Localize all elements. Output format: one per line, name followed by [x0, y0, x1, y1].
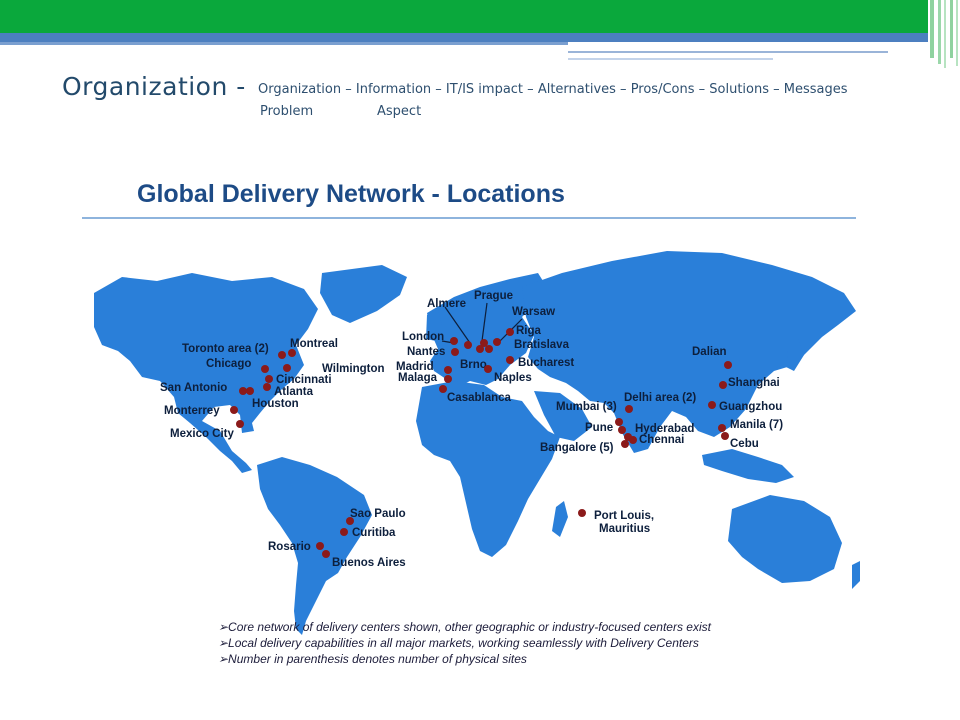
location-label-cincinnati: Cincinnati [276, 374, 332, 386]
location-marker-mumbai-3 [615, 418, 623, 426]
location-label-toronto-area-2: Toronto area (2) [182, 343, 269, 355]
location-label-chennai: Chennai [639, 434, 684, 446]
location-marker-wilmington [283, 364, 291, 372]
location-label-atlanta: Atlanta [274, 386, 314, 398]
location-label-malaga: Malaga [398, 372, 438, 384]
location-label-houston: Houston [252, 398, 299, 410]
location-marker-guangzhou [708, 401, 716, 409]
nav-solutions[interactable]: Solutions – [709, 82, 779, 97]
pointer-arrow-0 [444, 306, 471, 344]
location-marker-montreal [288, 349, 296, 357]
location-label-bratislava: Bratislava [514, 339, 570, 351]
topic-navigation: Organization – Information – IT/IS impac… [258, 82, 848, 97]
location-marker-delhi-area-2 [625, 405, 633, 413]
location-marker-malaga [444, 375, 452, 383]
location-marker-bucharest [506, 356, 514, 364]
location-marker-curitiba [340, 528, 348, 536]
header-decoration [0, 0, 960, 70]
location-marker-chennai [629, 436, 637, 444]
location-marker-san-antonio [239, 387, 247, 395]
location-label-manila-7: Manila (7) [730, 419, 783, 431]
location-marker-naples [484, 365, 492, 373]
location-label-mauritius: Mauritius [599, 523, 650, 535]
location-marker-madrid [444, 366, 452, 374]
location-marker-rosario [316, 542, 324, 550]
nav-information[interactable]: Information – [356, 82, 442, 97]
location-marker-houston [246, 387, 254, 395]
note-core-network: ➢Core network of delivery centers shown,… [218, 620, 711, 634]
location-marker-london [450, 337, 458, 345]
location-label-curitiba: Curitiba [352, 527, 396, 539]
location-label-warsaw: Warsaw [512, 306, 555, 318]
location-marker-mexico-city [236, 420, 244, 428]
location-marker-atlanta [263, 383, 271, 391]
location-marker-almere [464, 341, 472, 349]
location-label-chicago: Chicago [206, 358, 251, 370]
location-marker-cincinnati [265, 375, 273, 383]
nav-it-is-impact[interactable]: IT/IS impact – [446, 82, 534, 97]
location-marker-chicago [261, 365, 269, 373]
location-label-san-antonio: San Antonio [160, 382, 227, 394]
nav-organization[interactable]: Organization – [258, 82, 352, 97]
nav-sub-problem: Problem [260, 104, 314, 119]
location-label-port-louis: Port Louis, [594, 510, 654, 522]
location-label-brno: Brno [460, 359, 487, 371]
slide-title: Organization - [62, 72, 246, 101]
location-marker-port-louis [578, 509, 586, 517]
location-label-buenos-aires: Buenos Aires [332, 557, 406, 569]
note-local-delivery: ➢Local delivery capabilities in all majo… [218, 636, 699, 650]
location-label-rosario: Rosario [268, 541, 311, 553]
location-marker-shanghai [719, 381, 727, 389]
location-marker-manila-7 [718, 424, 726, 432]
location-marker-nantes [451, 348, 459, 356]
nav-sub-aspect: Aspect [377, 104, 422, 119]
location-label-delhi-area-2: Delhi area (2) [624, 392, 696, 404]
location-label-montreal: Montreal [290, 338, 338, 350]
location-marker-riga [506, 328, 514, 336]
location-label-prague: Prague [474, 290, 513, 302]
location-label-bucharest: Bucharest [518, 357, 574, 369]
location-label-shanghai: Shanghai [728, 377, 780, 389]
location-marker-buenos-aires [322, 550, 330, 558]
location-label-almere: Almere [427, 298, 466, 310]
location-label-monterrey: Monterrey [164, 405, 220, 417]
location-markers: Toronto area (2) MontrealChicago Wilmingto… [160, 290, 783, 569]
note-parenthesis: ➢Number in parenthesis denotes number of… [218, 652, 527, 666]
nav-alternatives[interactable]: Alternatives – [538, 82, 627, 97]
location-label-pune: Pune [585, 422, 613, 434]
nav-pros-cons[interactable]: Pros/Cons – [631, 82, 705, 97]
location-label-bangalore-5: Bangalore (5) [540, 442, 614, 454]
location-label-mumbai-3: Mumbai (3) [556, 401, 617, 413]
location-marker-toronto-area-2 [278, 351, 286, 359]
location-label-sao-paulo: Sao Paulo [350, 508, 406, 520]
location-label-mexico-city: Mexico City [170, 428, 235, 440]
location-marker-warsaw [493, 338, 501, 346]
slide-header: Organization - Organization – Informatio… [62, 70, 942, 130]
pointer-arrow-1 [481, 302, 488, 342]
location-label-riga: Riga [516, 325, 542, 337]
location-label-dalian: Dalian [692, 346, 727, 358]
location-marker-casablanca [439, 385, 447, 393]
location-label-naples: Naples [494, 372, 532, 384]
nav-messages[interactable]: Messages [784, 82, 848, 97]
location-marker-dalian [724, 361, 732, 369]
location-label-casablanca: Casablanca [447, 392, 512, 404]
delivery-network-figure: Global Delivery Network - Locations Toro… [82, 165, 862, 675]
location-label-guangzhou: Guangzhou [719, 401, 782, 413]
location-label-nantes: Nantes [407, 346, 445, 358]
location-marker-cebu [721, 432, 729, 440]
location-marker-pune [618, 426, 626, 434]
location-marker-bangalore-5 [621, 440, 629, 448]
location-marker-bratislava [485, 345, 493, 353]
location-marker-brno [476, 345, 484, 353]
location-label-cebu: Cebu [730, 438, 759, 450]
location-label-london: London [402, 331, 444, 343]
location-marker-monterrey [230, 406, 238, 414]
